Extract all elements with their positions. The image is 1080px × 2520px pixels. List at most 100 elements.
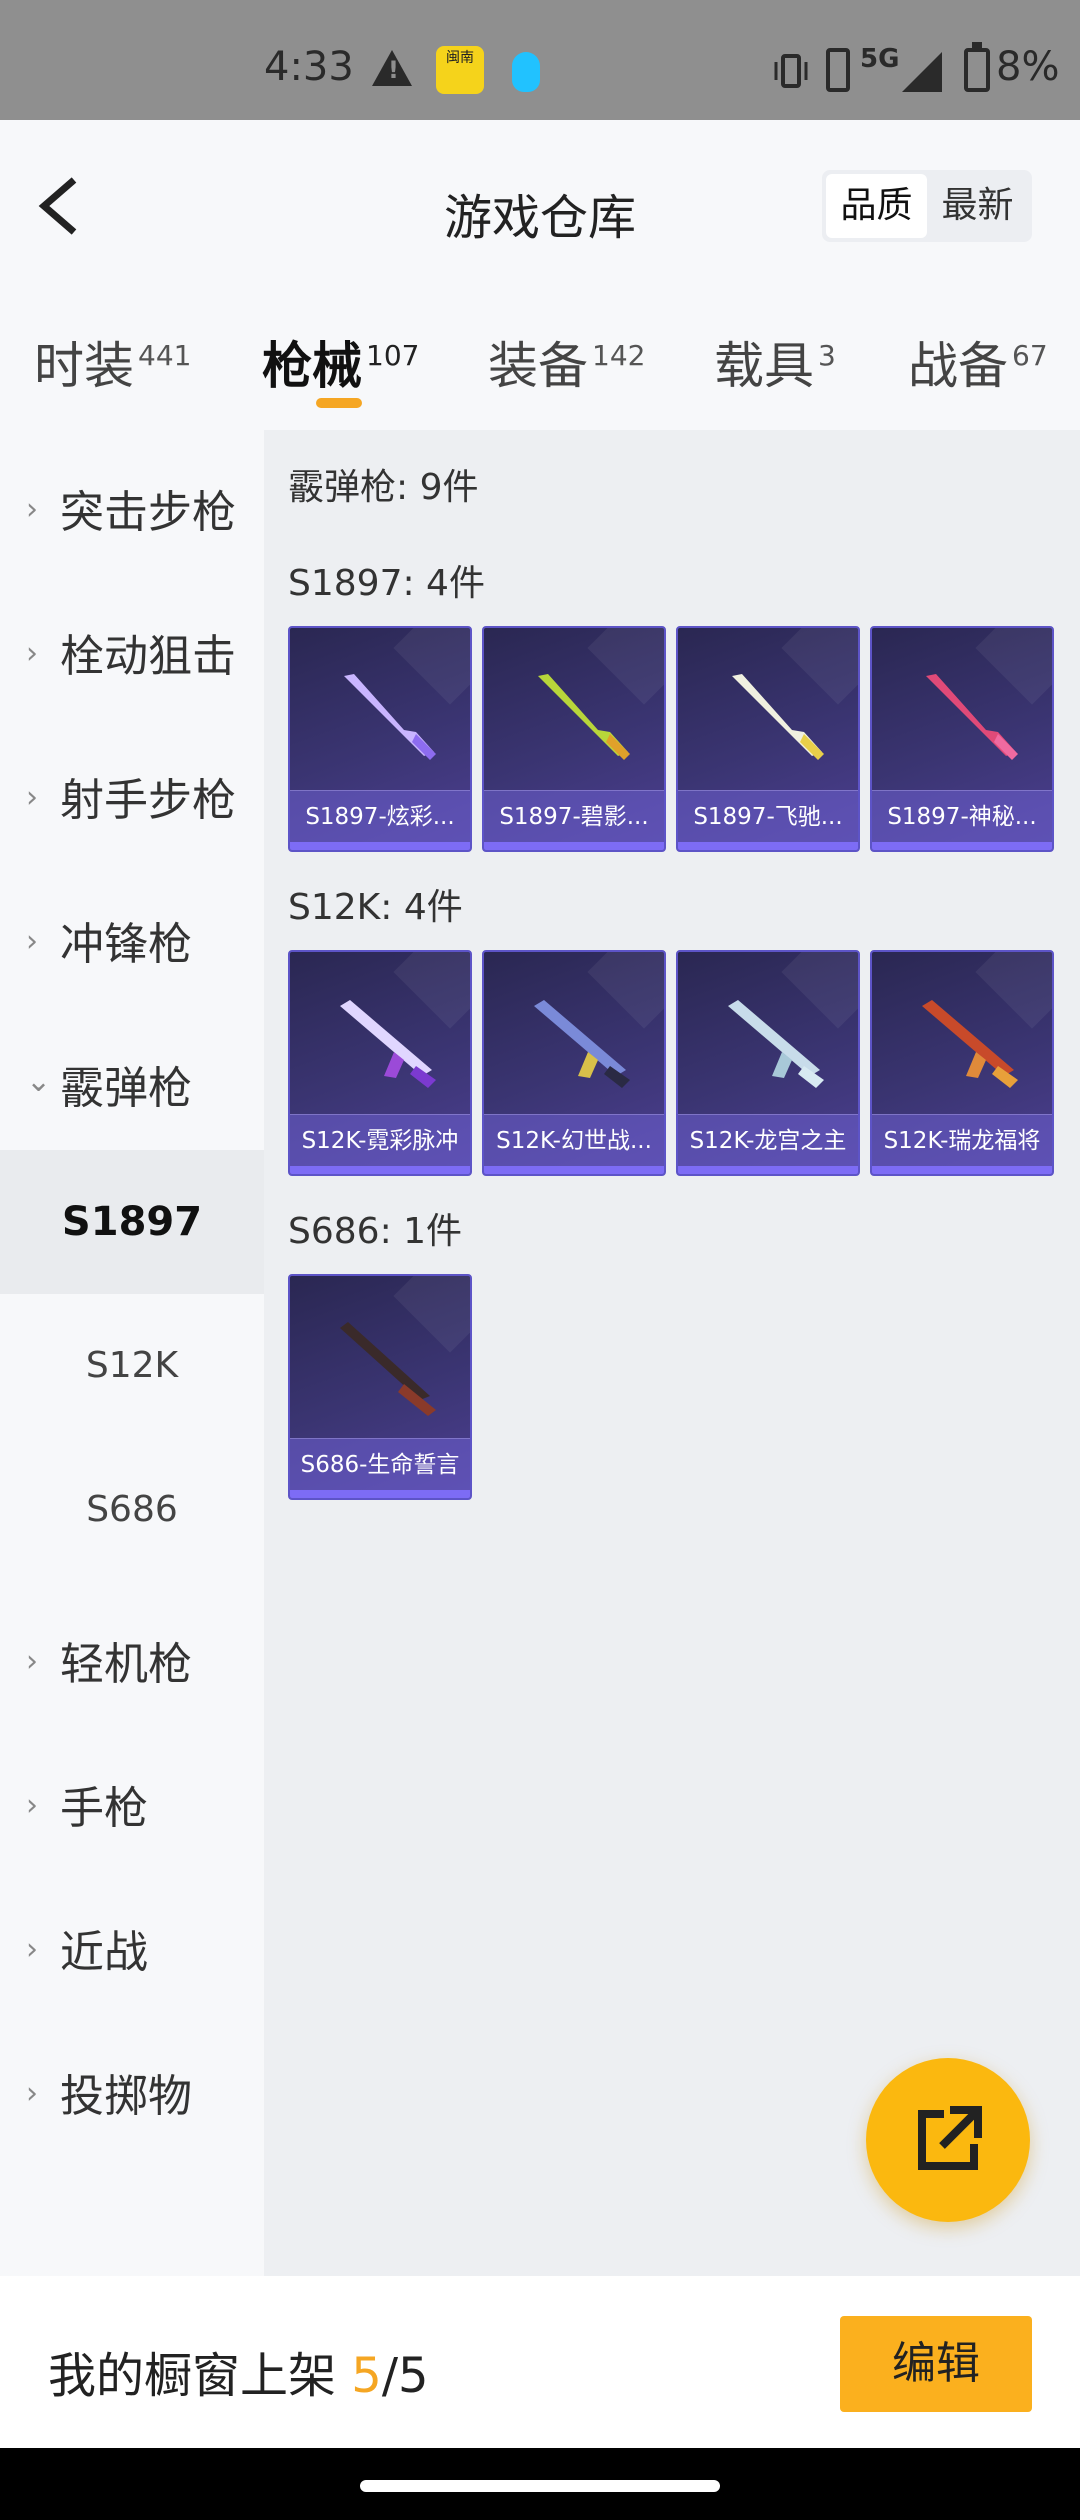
card-rarity-bar: [678, 1166, 858, 1174]
skin-name: S12K-瑞龙福将: [872, 1114, 1052, 1166]
section-title: S1897: 4件: [288, 563, 485, 604]
sidebar-item-lmg[interactable]: › 轻机枪: [0, 1582, 264, 1726]
card-rarity-bar: [290, 1166, 470, 1174]
skin-name: S1897-飞驰...: [678, 790, 858, 842]
app-header: 游戏仓库 品质 最新: [0, 120, 1080, 290]
sort-newest-button[interactable]: 最新: [927, 174, 1028, 238]
section-title: S686: 1件: [288, 1211, 463, 1252]
tab-count: 3: [818, 339, 836, 373]
sidebar-item-smg[interactable]: › 冲锋枪: [0, 862, 264, 1006]
tab-count: 67: [1012, 339, 1048, 373]
showcase-bar: 我的橱窗上架 5/5 编辑: [0, 2276, 1080, 2448]
skin-card[interactable]: S1897-神秘...: [870, 626, 1054, 852]
qq-notification-icon: [512, 52, 540, 92]
chevron-right-icon: ›: [26, 636, 38, 671]
showcase-label: 我的橱窗上架: [48, 2348, 352, 2404]
skin-card[interactable]: S12K-瑞龙福将: [870, 950, 1054, 1176]
chevron-right-icon: ›: [26, 1788, 38, 1823]
battery-percent: 8%: [996, 44, 1060, 90]
sidebar-item-melee[interactable]: › 近战: [0, 1870, 264, 2014]
card-rarity-bar: [290, 842, 470, 850]
shotgun-skin-image: [538, 674, 630, 760]
sidebar-item-label: 轻机枪: [60, 1639, 192, 1690]
skin-card[interactable]: S1897-碧影...: [482, 626, 666, 852]
sidebar-item-shotgun[interactable]: ⌄ 霰弹枪: [0, 1006, 264, 1150]
card-rarity-bar: [484, 1166, 664, 1174]
chevron-right-icon: ›: [26, 1644, 38, 1679]
vibrate-icon: [774, 54, 808, 88]
tab-label: 战备: [908, 337, 1008, 395]
card-rarity-bar: [484, 842, 664, 850]
sidebar-item-label: 射手步枪: [60, 775, 236, 826]
card-rarity-bar: [872, 842, 1052, 850]
tab-count: 107: [366, 339, 420, 373]
sidebar-item-pistol[interactable]: › 手枪: [0, 1726, 264, 1870]
sidebar-item-marksman-rifle[interactable]: › 射手步枪: [0, 718, 264, 862]
skin-card[interactable]: S686-生命誓言: [288, 1274, 472, 1500]
sidebar-subitem-s1897[interactable]: S1897: [0, 1150, 264, 1294]
tab-label: 装备: [488, 337, 588, 395]
sidebar-subitem-s686[interactable]: S686: [0, 1438, 264, 1582]
skin-card[interactable]: S1897-炫彩...: [288, 626, 472, 852]
showcase-separator: /: [381, 2348, 398, 2404]
shotgun-skin-image: [534, 1000, 630, 1088]
skin-name: S12K-幻世战...: [484, 1114, 664, 1166]
sidebar-item-label: 突击步枪: [60, 487, 236, 538]
shotgun-skin-image: [926, 674, 1018, 760]
sim-icon: [826, 48, 850, 92]
status-time: 4:33: [264, 44, 354, 90]
section-title: S12K: 4件: [288, 887, 463, 928]
share-external-icon: [918, 2106, 982, 2170]
category-tabs: 时装 441 枪械 107 装备 142 载具 3 战备 67: [0, 290, 1080, 430]
shotgun-skin-image: [344, 674, 436, 760]
showcase-status: 我的橱窗上架 5/5: [48, 2336, 429, 2406]
tab-equipment[interactable]: 装备 142: [488, 326, 645, 398]
shotgun-skin-image: [340, 1322, 436, 1416]
home-gesture-handle[interactable]: [360, 2480, 720, 2492]
skin-name: S12K-龙宫之主: [678, 1114, 858, 1166]
chevron-right-icon: ›: [26, 1932, 38, 1967]
shotgun-skin-image: [922, 1000, 1018, 1088]
tab-count: 142: [592, 339, 646, 373]
card-rarity-bar: [678, 842, 858, 850]
skin-card[interactable]: S12K-幻世战...: [482, 950, 666, 1176]
chevron-right-icon: ›: [26, 924, 38, 959]
tab-count: 441: [138, 339, 192, 373]
category-count-header: 霰弹枪: 9件: [288, 467, 479, 508]
sidebar-item-label: 手枪: [60, 1783, 148, 1834]
card-rarity-bar: [872, 1166, 1052, 1174]
skin-card[interactable]: S12K-霓彩脉冲: [288, 950, 472, 1176]
chevron-down-icon: ⌄: [26, 1064, 52, 1099]
sort-toggle: 品质 最新: [822, 170, 1032, 242]
tab-weapons[interactable]: 枪械 107: [262, 326, 419, 398]
tab-vehicles[interactable]: 载具 3: [714, 326, 836, 398]
card-rarity-bar: [290, 1490, 470, 1498]
skin-name: S12K-霓彩脉冲: [290, 1114, 470, 1166]
warning-icon: [372, 50, 412, 86]
sidebar-item-assault-rifle[interactable]: › 突击步枪: [0, 430, 264, 574]
showcase-total-count: 5: [397, 2348, 429, 2404]
app-notification-icon: 闽南: [436, 46, 484, 94]
skin-name: S1897-碧影...: [484, 790, 664, 842]
shotgun-skin-image: [340, 1000, 436, 1088]
sidebar-item-bolt-sniper[interactable]: › 栓动狙击: [0, 574, 264, 718]
skin-card[interactable]: S12K-龙宫之主: [676, 950, 860, 1176]
sidebar-item-throwables[interactable]: › 投掷物: [0, 2014, 264, 2158]
tab-label: 时装: [34, 337, 134, 395]
sidebar-item-label: 栓动狙击: [60, 631, 236, 682]
skin-card[interactable]: S1897-飞驰...: [676, 626, 860, 852]
sidebar: › 突击步枪 › 栓动狙击 › 射手步枪 › 冲锋枪 ⌄ 霰弹枪 S1897 S12K S…: [0, 430, 264, 2276]
status-bar: 4:33 闽南 5G 8%: [0, 0, 1080, 120]
sort-quality-button[interactable]: 品质: [826, 174, 927, 238]
tab-supplies[interactable]: 战备 67: [908, 326, 1048, 398]
skin-name: S1897-炫彩...: [290, 790, 470, 842]
skin-name: S686-生命誓言: [290, 1438, 470, 1490]
active-tab-indicator: [316, 398, 362, 408]
showcase-used-count: 5: [351, 2348, 382, 2404]
sidebar-subitem-s12k[interactable]: S12K: [0, 1294, 264, 1438]
share-button[interactable]: [866, 2058, 1030, 2222]
sidebar-item-label: 冲锋枪: [60, 919, 192, 970]
edit-button[interactable]: 编辑: [840, 2316, 1032, 2412]
tab-fashion[interactable]: 时装 441: [34, 326, 191, 398]
sidebar-item-label: 投掷物: [60, 2071, 192, 2122]
